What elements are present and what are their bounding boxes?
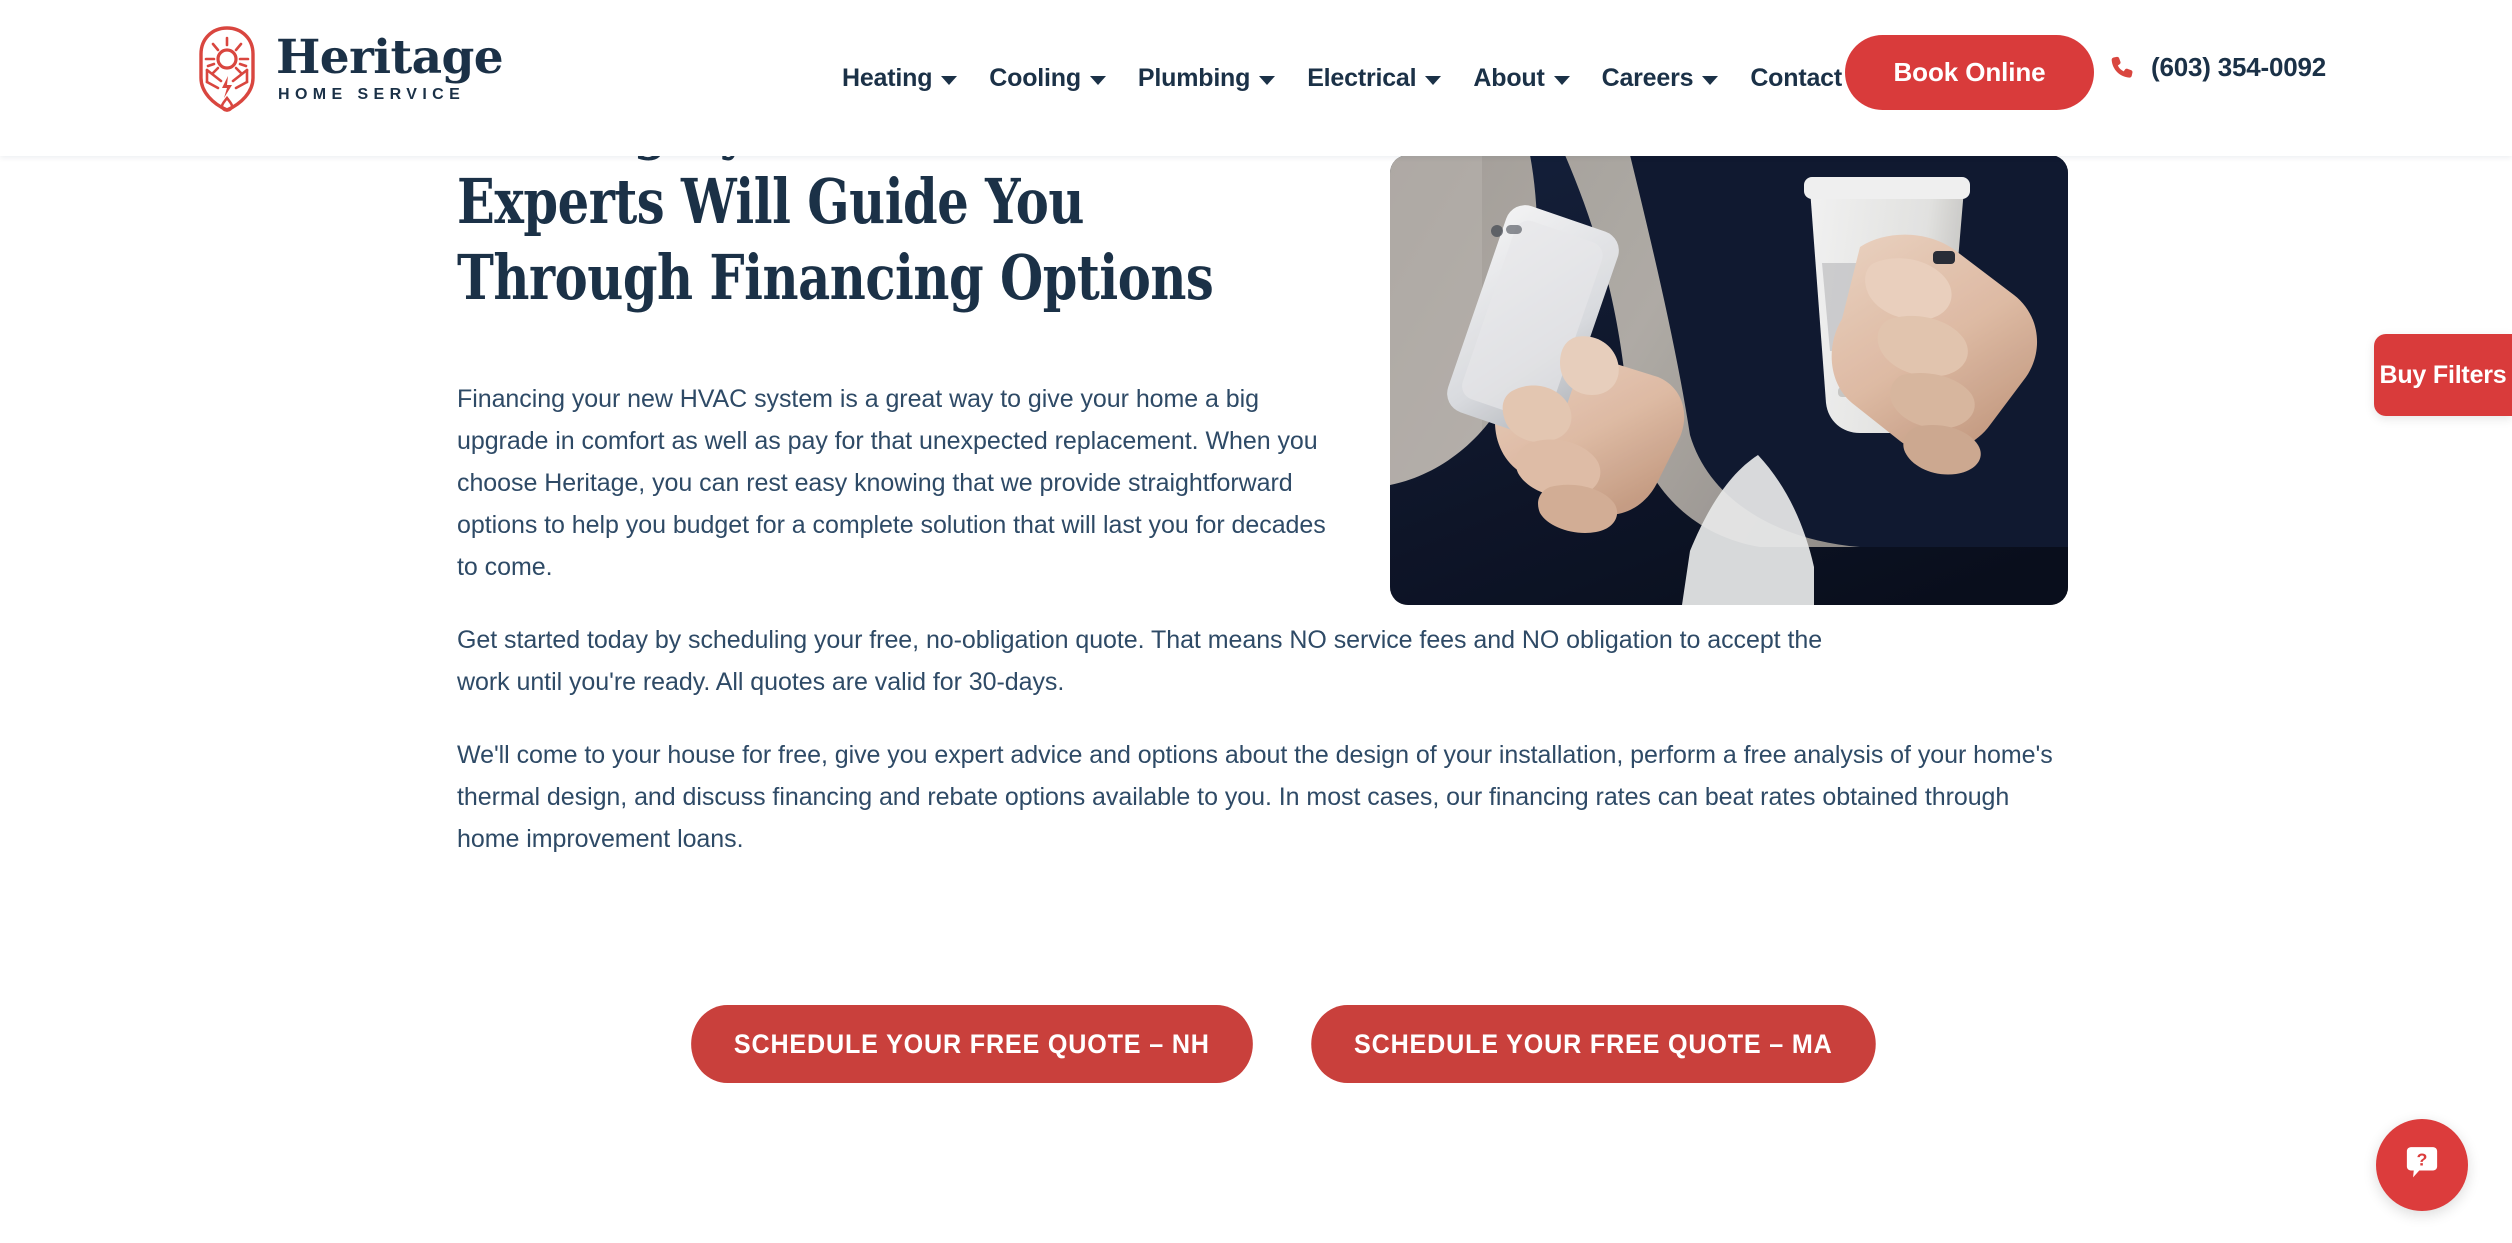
page-title-line-2: Experts Will Guide You bbox=[457, 165, 1084, 238]
chevron-down-icon bbox=[1259, 75, 1276, 85]
book-online-button[interactable]: Book Online bbox=[1845, 35, 2094, 110]
question-speech-bubble-icon: ? bbox=[2406, 1147, 2438, 1178]
logo-wordmark: Heritage HOME SERVICE bbox=[276, 30, 504, 104]
nav-item-plumbing[interactable]: Plumbing bbox=[1122, 64, 1291, 93]
logo-tagline: HOME SERVICE bbox=[278, 86, 466, 103]
svg-text:?: ? bbox=[2417, 1150, 2428, 1170]
nav-item-careers[interactable]: Careers bbox=[1586, 64, 1735, 93]
chat-help-button[interactable]: ? bbox=[2376, 1119, 2468, 1211]
schedule-quote-nh-button[interactable]: SCHEDULE YOUR FREE QUOTE – NH bbox=[691, 1005, 1253, 1083]
main-content: Cooling System? Our Comfort Experts Will… bbox=[0, 0, 2512, 1243]
logo-brand-name: Heritage bbox=[276, 30, 504, 85]
nav-label: Heating bbox=[842, 63, 933, 92]
paragraph-2: Get started today by scheduling your fre… bbox=[457, 626, 1823, 696]
schedule-quote-ma-button[interactable]: SCHEDULE YOUR FREE QUOTE – MA bbox=[1310, 1005, 1876, 1083]
paragraph-3: We'll come to your house for free, give … bbox=[457, 741, 2053, 853]
nav-label: About bbox=[1473, 63, 1545, 92]
nav-item-about[interactable]: About bbox=[1457, 64, 1585, 93]
primary-navigation: Heating Cooling Plumbing Electrical Abou… bbox=[826, 0, 1883, 156]
chevron-down-icon bbox=[1553, 75, 1570, 85]
chevron-down-icon bbox=[941, 75, 958, 85]
site-header: Heritage HOME SERVICE Heating Cooling Pl… bbox=[0, 0, 2512, 156]
chevron-down-icon bbox=[1702, 75, 1719, 85]
page-root: Cooling System? Our Comfort Experts Will… bbox=[0, 0, 2512, 1243]
page-title-line-3: Through Financing Options bbox=[457, 241, 1214, 314]
nav-item-cooling[interactable]: Cooling bbox=[973, 64, 1122, 93]
nav-item-heating[interactable]: Heating bbox=[826, 64, 973, 93]
paragraph-1: Financing your new HVAC system is a grea… bbox=[457, 385, 1326, 581]
phone-handset-icon bbox=[2111, 56, 2133, 78]
cta-button-row: SCHEDULE YOUR FREE QUOTE – NH SCHEDULE Y… bbox=[670, 1005, 1896, 1083]
nav-label: Contact bbox=[1750, 63, 1842, 92]
buy-filters-tab[interactable]: Buy Filters bbox=[2374, 334, 2512, 416]
nav-label: Plumbing bbox=[1137, 63, 1251, 92]
sun-lightning-waterdrop-shield-icon bbox=[199, 26, 255, 112]
chevron-down-icon bbox=[1089, 75, 1106, 85]
header-phone-link[interactable]: (603) 354-0092 bbox=[2109, 52, 2326, 83]
phone-number-text: (603) 354-0092 bbox=[2151, 52, 2326, 82]
nav-label: Electrical bbox=[1307, 63, 1417, 92]
site-logo[interactable]: Heritage HOME SERVICE bbox=[194, 26, 504, 112]
chevron-down-icon bbox=[1425, 75, 1442, 85]
body-copy: Financing your new HVAC system is a grea… bbox=[457, 378, 2077, 860]
nav-item-electrical[interactable]: Electrical bbox=[1291, 64, 1457, 93]
nav-label: Cooling bbox=[989, 63, 1081, 92]
nav-label: Careers bbox=[1601, 63, 1694, 92]
